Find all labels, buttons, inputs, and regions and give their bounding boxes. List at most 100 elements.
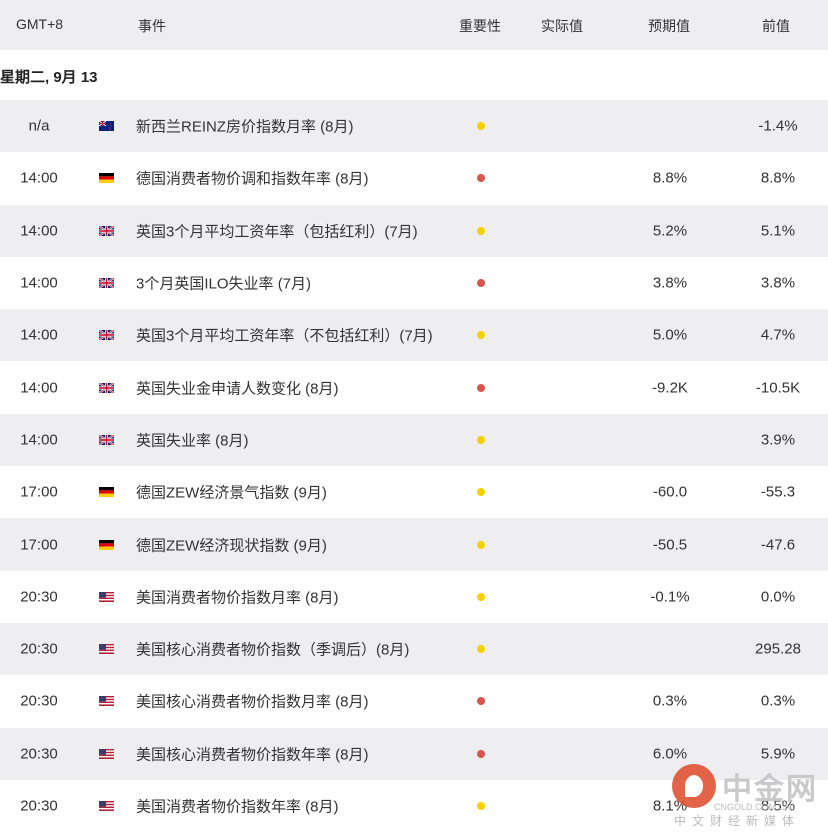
usa-flag-icon	[99, 696, 114, 707]
importance-high-icon	[477, 697, 485, 706]
importance-high-icon	[477, 383, 485, 392]
importance-medium-icon	[477, 645, 485, 654]
germany-flag-icon	[99, 539, 114, 550]
event-name[interactable]: 新西兰REINZ房价指数月率 (8月)	[136, 116, 354, 137]
event-row[interactable]: 14:00 英国失业金申请人数变化 (8月) -9.2K -10.5K	[0, 361, 828, 414]
usa-flag-icon	[99, 801, 114, 811]
importance-high-icon	[477, 279, 485, 288]
event-row[interactable]: 14:00 英国3个月平均工资年率（不包括红利）(7月) 5.0% 4.7%	[0, 309, 828, 362]
importance-medium-icon	[477, 592, 485, 601]
event-column-header: 事件	[138, 18, 166, 34]
previous-column-header: 前值	[762, 18, 790, 34]
event-row[interactable]: 14:00 英国3个月平均工资年率（包括红利）(7月) 5.2% 5.1%	[0, 204, 828, 257]
importance-medium-icon	[477, 122, 485, 131]
event-time: n/a	[28, 117, 50, 135]
event-previous: 4.7%	[760, 326, 796, 344]
watermark-domain: CNGOLD.COM.CN	[714, 802, 792, 812]
event-previous: -55.3	[760, 483, 796, 501]
event-previous: 5.1%	[760, 222, 796, 240]
event-name[interactable]: 美国消费者物价指数月率 (8月)	[136, 586, 339, 607]
germany-flag-icon	[99, 173, 114, 184]
event-forecast: -50.5	[652, 536, 688, 554]
importance-medium-icon	[477, 226, 485, 235]
event-previous: -47.6	[760, 536, 796, 554]
uk-flag-icon	[99, 330, 114, 341]
date-label: 星期二, 9月 13	[0, 69, 98, 86]
event-name[interactable]: 美国核心消费者物价指数年率 (8月)	[136, 743, 369, 764]
event-previous: 0.0%	[760, 588, 796, 606]
event-name[interactable]: 英国3个月平均工资年率（不包括红利）(7月)	[136, 325, 433, 346]
event-time: 14:00	[20, 326, 58, 344]
event-time: 20:30	[20, 797, 58, 815]
event-row[interactable]: 14:00 德国消费者物价调和指数年率 (8月) 8.8% 8.8%	[0, 152, 828, 205]
event-row[interactable]: 20:30 美国核心消费者物价指数月率 (8月) 0.3% 0.3%	[0, 675, 828, 728]
event-time: 14:00	[20, 169, 58, 187]
usa-flag-icon	[99, 591, 114, 602]
event-time: 14:00	[20, 222, 58, 240]
table-header: GMT+8 事件 重要性 实际值 预期值 前值	[0, 0, 828, 50]
event-forecast: -9.2K	[652, 379, 688, 397]
importance-medium-icon	[477, 802, 485, 810]
event-row[interactable]: 14:00 英国失业率 (8月) 3.9%	[0, 413, 828, 467]
event-forecast: 5.0%	[652, 326, 688, 344]
events-table: n/a 新西兰REINZ房价指数月率 (8月) -1.4% 14:00 德国消费者物价调…	[0, 100, 828, 833]
event-previous: 295.28	[755, 640, 801, 658]
forecast-column-header: 预期值	[648, 18, 690, 34]
event-previous: 3.9%	[760, 431, 796, 449]
event-name[interactable]: 3个月英国ILO失业率 (7月)	[136, 273, 311, 294]
importance-medium-icon	[477, 435, 485, 444]
event-time: 20:30	[20, 588, 58, 606]
event-forecast: 5.2%	[652, 222, 688, 240]
uk-flag-icon	[99, 434, 114, 445]
importance-medium-icon	[477, 488, 485, 497]
event-name[interactable]: 英国失业金申请人数变化 (8月)	[136, 377, 339, 398]
event-name[interactable]: 美国核心消费者物价指数（季调后）(8月)	[136, 639, 409, 660]
event-row[interactable]: 17:00 德国ZEW经济现状指数 (9月) -50.5 -47.6	[0, 518, 828, 571]
event-time: 14:00	[20, 274, 58, 292]
event-time: 17:00	[20, 483, 58, 501]
new-zealand-flag-icon	[99, 121, 114, 132]
importance-medium-icon	[477, 331, 485, 340]
event-time: 20:30	[20, 692, 58, 710]
event-previous: -10.5K	[755, 379, 801, 397]
importance-column-header: 重要性	[459, 18, 501, 34]
event-name[interactable]: 英国失业率 (8月)	[136, 429, 249, 450]
event-name[interactable]: 德国ZEW经济景气指数 (9月)	[136, 482, 327, 503]
event-row[interactable]: 20:30 美国消费者物价指数月率 (8月) -0.1% 0.0%	[0, 570, 828, 623]
event-forecast: 8.8%	[652, 169, 688, 187]
importance-medium-icon	[477, 540, 485, 549]
event-previous: 8.8%	[760, 169, 796, 187]
event-previous: 3.8%	[760, 274, 796, 292]
uk-flag-icon	[99, 225, 114, 236]
event-time: 20:30	[20, 640, 58, 658]
watermark-subtitle: 中文财经新媒体	[674, 814, 801, 828]
uk-flag-icon	[99, 278, 114, 289]
event-row[interactable]: n/a 新西兰REINZ房价指数月率 (8月) -1.4%	[0, 100, 828, 153]
event-row[interactable]: 20:30 美国核心消费者物价指数（季调后）(8月) 295.28	[0, 622, 828, 676]
event-time: 14:00	[20, 379, 58, 397]
uk-flag-icon	[99, 382, 114, 393]
actual-column-header: 实际值	[541, 18, 583, 34]
event-name[interactable]: 美国核心消费者物价指数月率 (8月)	[136, 691, 369, 712]
event-name[interactable]: 德国ZEW经济现状指数 (9月)	[136, 534, 327, 555]
importance-high-icon	[477, 749, 485, 758]
event-row[interactable]: 17:00 德国ZEW经济景气指数 (9月) -60.0 -55.3	[0, 466, 828, 519]
event-forecast: 0.3%	[652, 692, 688, 710]
watermark: 中金网 CNGOLD.COM.CN 中文财经新媒体	[668, 760, 828, 834]
importance-high-icon	[477, 174, 485, 183]
timezone-header[interactable]: GMT+8	[16, 16, 63, 32]
event-time: 14:00	[20, 431, 58, 449]
germany-flag-icon	[99, 487, 114, 498]
event-name[interactable]: 德国消费者物价调和指数年率 (8月)	[136, 168, 369, 189]
usa-flag-icon	[99, 748, 114, 759]
watermark-logo-icon	[672, 764, 716, 808]
event-forecast: 3.8%	[652, 274, 688, 292]
event-name[interactable]: 英国3个月平均工资年率（包括红利）(7月)	[136, 220, 418, 241]
usa-flag-icon	[99, 644, 114, 655]
date-group-header: 星期二, 9月 13	[0, 50, 828, 100]
event-time: 20:30	[20, 745, 58, 763]
event-time: 17:00	[20, 536, 58, 554]
event-row[interactable]: 14:00 3个月英国ILO失业率 (7月) 3.8% 3.8%	[0, 256, 828, 310]
event-forecast: -0.1%	[650, 588, 690, 606]
event-name[interactable]: 美国消费者物价指数年率 (8月)	[136, 796, 339, 817]
